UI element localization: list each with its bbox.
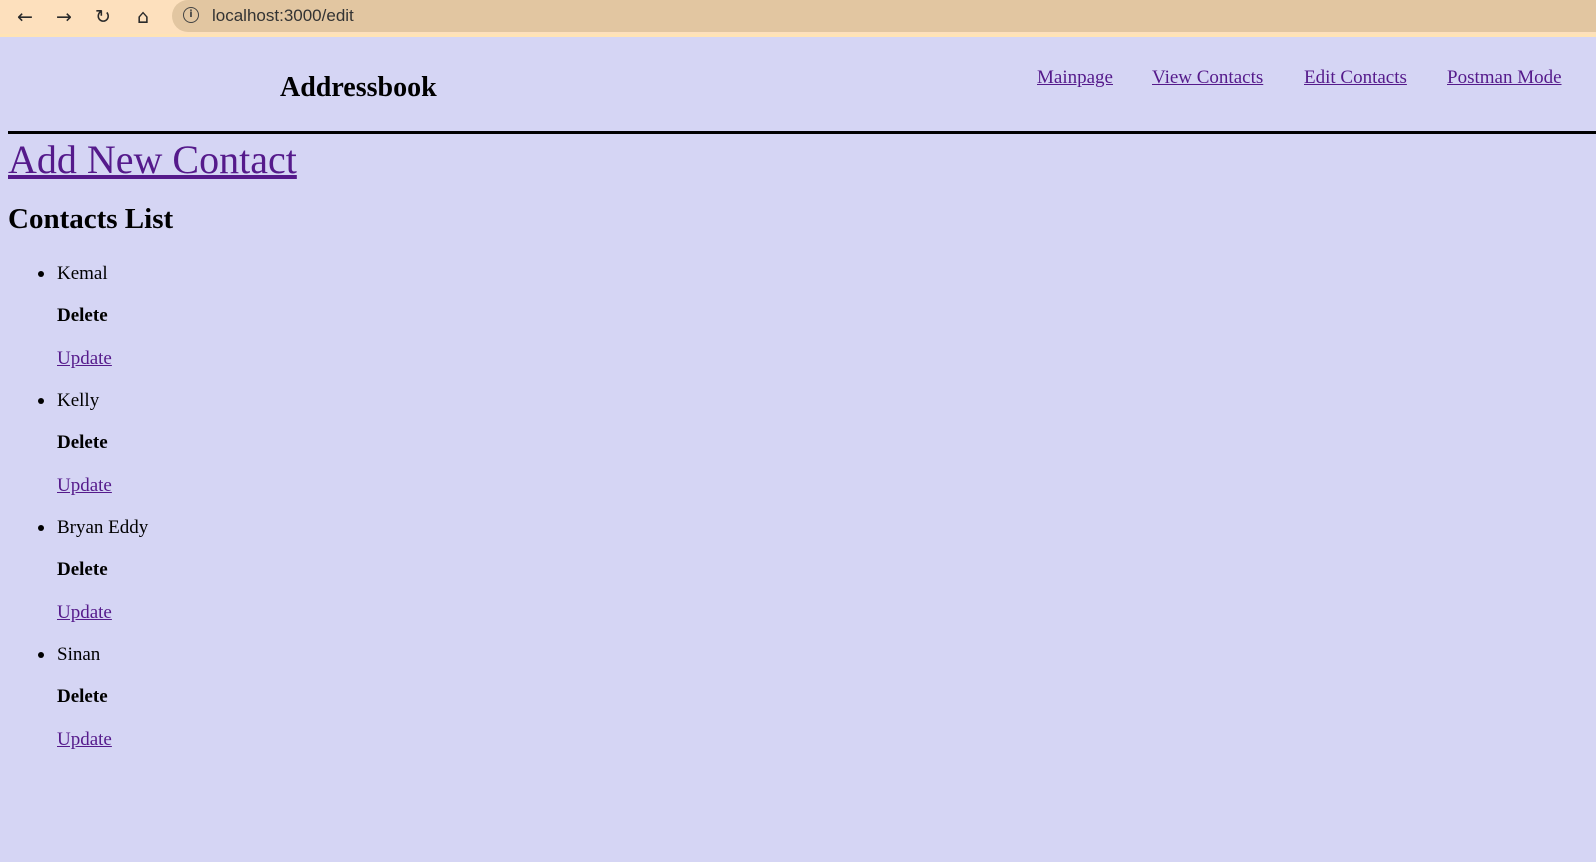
- delete-button[interactable]: Delete: [57, 676, 148, 718]
- contact-name: Sinan: [37, 634, 148, 676]
- brand-title: Addressbook: [280, 72, 437, 103]
- update-link[interactable]: Update: [57, 718, 148, 761]
- contact-name: Kemal: [37, 253, 148, 295]
- update-link[interactable]: Update: [57, 591, 148, 634]
- contact-name: Kelly: [37, 380, 148, 422]
- add-new-contact-link[interactable]: Add New Contact: [8, 136, 297, 183]
- list-item: Sinan Delete Update: [37, 634, 148, 761]
- contacts-list-title: Contacts List: [8, 203, 174, 235]
- url-text[interactable]: localhost:3000/edit: [212, 6, 354, 26]
- nav-postman-mode[interactable]: Postman Mode: [1447, 67, 1562, 89]
- nav-mainpage[interactable]: Mainpage: [1037, 67, 1113, 89]
- update-link[interactable]: Update: [57, 337, 148, 380]
- reload-icon[interactable]: ↻: [90, 4, 116, 30]
- nav-view-contacts[interactable]: View Contacts: [1152, 67, 1263, 89]
- info-icon[interactable]: i: [183, 7, 199, 23]
- address-bar[interactable]: [172, 0, 1596, 32]
- home-icon[interactable]: ⌂: [130, 4, 156, 30]
- browser-toolbar: ← → ↻ ⌂ i localhost:3000/edit: [0, 0, 1596, 37]
- delete-button[interactable]: Delete: [57, 422, 148, 464]
- contacts-list: Kemal Delete Update Kelly Delete Update …: [0, 253, 148, 761]
- header-divider: [8, 131, 1596, 134]
- nav-edit-contacts[interactable]: Edit Contacts: [1304, 67, 1407, 89]
- update-link[interactable]: Update: [57, 464, 148, 507]
- delete-button[interactable]: Delete: [57, 549, 148, 591]
- contact-name: Bryan Eddy: [37, 507, 148, 549]
- list-item: Kemal Delete Update: [37, 253, 148, 380]
- back-icon[interactable]: ←: [12, 4, 38, 30]
- list-item: Kelly Delete Update: [37, 380, 148, 507]
- list-item: Bryan Eddy Delete Update: [37, 507, 148, 634]
- delete-button[interactable]: Delete: [57, 295, 148, 337]
- forward-icon[interactable]: →: [51, 4, 77, 30]
